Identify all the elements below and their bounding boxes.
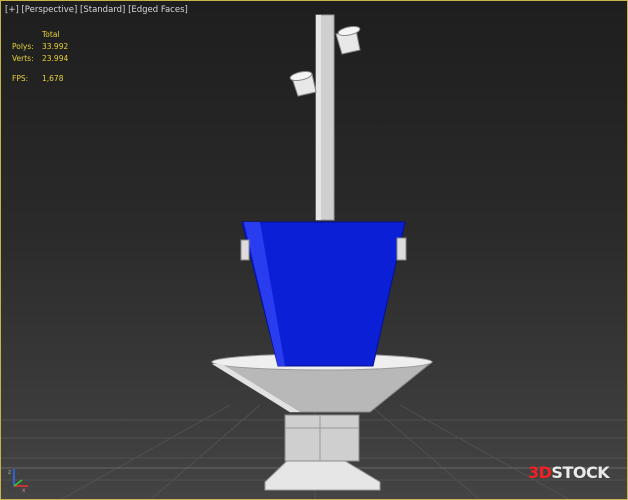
viewport-shading-menu[interactable]: [Standard] [80, 5, 125, 15]
stats-verts-value: 23.994 [42, 54, 69, 63]
axis-tripod-icon: z x [8, 469, 28, 492]
stats-fps-row: FPS: 1,678 [12, 73, 68, 85]
stats-verts-row: Verts: 23.994 [12, 53, 68, 65]
viewport-label-menu: [+] [Perspective] [Standard] [Edged Face… [5, 5, 188, 15]
cup-upper[interactable] [335, 25, 361, 55]
viewport-point-of-view-menu[interactable]: [Perspective] [21, 5, 77, 15]
scene-canvas[interactable] [0, 0, 628, 500]
statistics-overlay: Total Polys: 33.992 Verts: 23.994 FPS: 1… [12, 29, 68, 85]
pole-highlight [316, 15, 321, 220]
base-foot[interactable] [264, 457, 381, 491]
svg-text:z: z [8, 469, 11, 476]
stats-column-header: Total [42, 30, 60, 39]
viewport-display-menu[interactable]: [Edged Faces] [128, 5, 188, 15]
watermark-part-1: 3D [528, 463, 552, 482]
viewport-plus-menu[interactable]: [+] [5, 5, 19, 15]
watermark-part-2: STOCK [551, 463, 610, 482]
svg-text:x: x [22, 487, 26, 492]
stats-polys-label: Polys: [12, 42, 34, 51]
bucket-handle-left [240, 239, 250, 261]
stats-verts-label: Verts: [12, 54, 34, 63]
stats-fps-label: FPS: [12, 74, 29, 83]
bucket-handle-right [396, 237, 407, 261]
stats-polys-value: 33.992 [42, 42, 69, 51]
stats-polys-row: Polys: 33.992 [12, 41, 68, 53]
perspective-viewport[interactable]: [+] [Perspective] [Standard] [Edged Face… [0, 0, 628, 500]
cup-lower[interactable] [289, 70, 317, 97]
stats-fps-value: 1,678 [42, 74, 64, 83]
base-column[interactable] [284, 414, 360, 462]
watermark-logo: 3DSTOCK [528, 463, 610, 482]
